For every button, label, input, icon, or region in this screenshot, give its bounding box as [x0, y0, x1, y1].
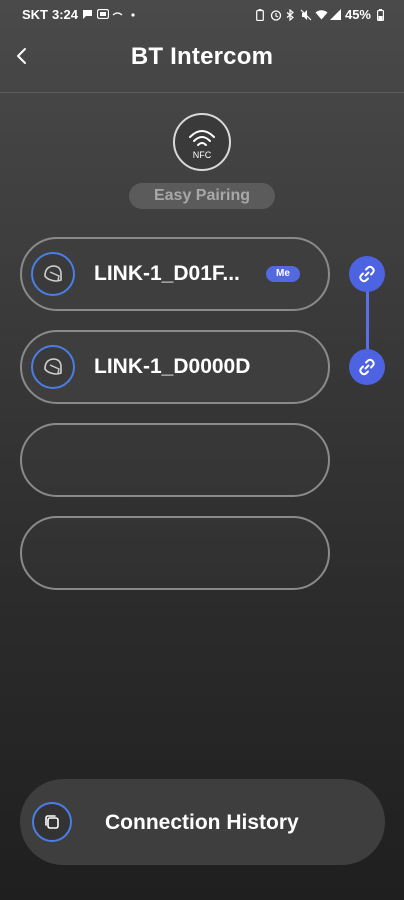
link-connector-line: [366, 287, 369, 353]
bluetooth-icon: [285, 8, 296, 22]
nfc-label: NFC: [192, 150, 212, 160]
battery-saver-icon: [255, 9, 266, 22]
status-right: 45%: [255, 7, 386, 22]
intercom-slot-2[interactable]: LINK-1_D0000D: [20, 330, 330, 404]
dash-icon: [112, 9, 123, 20]
mute-icon: [300, 9, 312, 21]
alarm-icon: [270, 9, 282, 21]
battery-label: 45%: [344, 7, 371, 22]
chat-icon: [82, 9, 93, 20]
nfc-button[interactable]: NFC: [173, 113, 231, 171]
carrier-label: SKT: [22, 7, 48, 22]
time-label: 3:24: [52, 7, 79, 22]
dot-icon: [127, 9, 138, 20]
intercom-slot-4-empty[interactable]: [20, 516, 330, 590]
history-icon-badge: [32, 802, 72, 842]
intercom-slot-1[interactable]: LINK-1_D01F... Me: [20, 237, 330, 311]
battery-icon: [375, 9, 386, 22]
wifi-icon: [315, 9, 328, 20]
link-button-2[interactable]: [349, 349, 385, 385]
easy-pairing-button[interactable]: Easy Pairing: [129, 183, 275, 209]
signal-icon: [329, 9, 341, 20]
intercom-slot-3-empty[interactable]: [20, 423, 330, 497]
header: BT Intercom: [0, 30, 404, 93]
me-badge: Me: [266, 266, 300, 282]
link-button-1[interactable]: [349, 256, 385, 292]
page-title: BT Intercom: [130, 43, 274, 70]
slot-device-name: LINK-1_D01F...: [94, 262, 240, 285]
status-bar: SKT 3:24 45%: [0, 0, 404, 30]
slot-device-name: LINK-1_D0000D: [94, 355, 251, 378]
connection-history-label: Connection History: [105, 811, 299, 834]
helmet-badge: [31, 252, 75, 296]
box-icon: [96, 8, 110, 20]
helmet-badge: [31, 345, 75, 389]
connection-history-button[interactable]: Connection History: [20, 779, 385, 865]
status-left: SKT 3:24: [22, 7, 138, 22]
